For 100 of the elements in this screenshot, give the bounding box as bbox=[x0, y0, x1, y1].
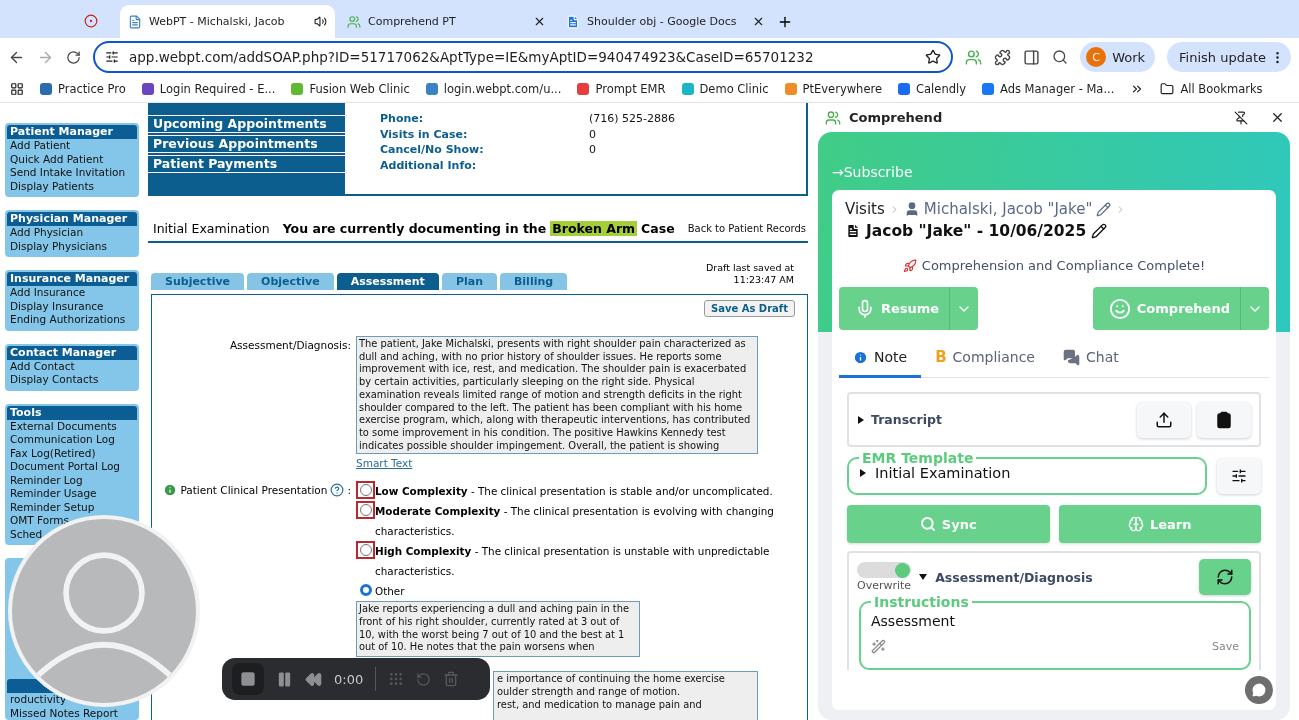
sidebar-link[interactable]: Add Physician bbox=[7, 226, 84, 240]
reload-icon[interactable] bbox=[66, 49, 81, 65]
sidebar-link[interactable]: Display Insurance bbox=[7, 299, 104, 313]
panel-tab[interactable]: B Compliance bbox=[921, 340, 1049, 378]
bookmark-link[interactable]: PtEverywhere bbox=[802, 82, 883, 96]
sidebar-link[interactable]: Reminder Setup bbox=[7, 500, 95, 514]
sidebar-link[interactable]: External Documents bbox=[7, 419, 117, 433]
folder-icon bbox=[1160, 82, 1175, 96]
sidebar-link[interactable]: Reminder Usage bbox=[7, 487, 97, 501]
sidebar-link[interactable]: Reminder Log bbox=[7, 473, 83, 487]
speaker-icon[interactable] bbox=[314, 15, 327, 28]
bookmark-star-icon[interactable] bbox=[925, 49, 942, 65]
sidebar-link[interactable]: Send Intake Invitation bbox=[7, 166, 126, 180]
extensions-icon[interactable] bbox=[994, 48, 1012, 66]
patient-menu-link[interactable]: Previous Appointments bbox=[148, 135, 345, 153]
section-tab[interactable]: Assessment bbox=[336, 273, 439, 290]
people-icon bbox=[825, 109, 841, 126]
save-link[interactable]: Save bbox=[1212, 640, 1239, 653]
caret-icon[interactable] bbox=[859, 468, 867, 478]
apps-icon[interactable] bbox=[10, 82, 24, 96]
bookmark-link[interactable]: Calendly bbox=[916, 82, 966, 96]
breadcrumb-link[interactable]: Visits bbox=[845, 200, 885, 218]
patient-menu-link[interactable]: Upcoming Appointments bbox=[148, 115, 345, 133]
pause-icon[interactable] bbox=[276, 670, 293, 688]
section-tab[interactable]: Objective bbox=[247, 273, 334, 290]
sidebar-link[interactable]: Display Physicians bbox=[7, 239, 107, 253]
upload-icon bbox=[1155, 410, 1173, 429]
template-field[interactable]: EMR Template Initial Examination bbox=[847, 451, 1207, 495]
bookmark-link[interactable]: Ads Manager - Ma... bbox=[999, 82, 1115, 96]
unpin-icon[interactable] bbox=[1234, 110, 1248, 125]
info-value: 0 bbox=[589, 127, 597, 141]
field-label: Patient Clinical Presentation bbox=[180, 484, 328, 497]
close-icon[interactable] bbox=[1270, 110, 1285, 125]
record-icon[interactable] bbox=[84, 14, 98, 28]
help-icon[interactable] bbox=[330, 483, 345, 498]
back-link[interactable]: Back to Patient Records bbox=[687, 222, 807, 234]
panel-tab[interactable]: Note bbox=[839, 340, 922, 378]
sidebar-link[interactable]: Ending Authorizations bbox=[7, 313, 126, 327]
people-icon[interactable] bbox=[965, 48, 983, 66]
instructions-field[interactable]: Instructions Assessment Save bbox=[859, 595, 1251, 670]
profile-chip[interactable]: C Work bbox=[1080, 42, 1156, 72]
restart-icon[interactable] bbox=[416, 671, 432, 687]
sidebar-link[interactable]: Missed Notes Report bbox=[7, 706, 118, 720]
settings-button[interactable] bbox=[1217, 458, 1261, 494]
sidebar-link[interactable]: OMT Forms bbox=[7, 514, 69, 528]
plan-field[interactable]: e importance of continuing the home exercise oulder strength and range of motion. rest, and medication to manage pain and bbox=[493, 671, 758, 720]
radio-button[interactable] bbox=[359, 584, 372, 597]
magic-wand-icon[interactable] bbox=[871, 639, 886, 654]
caret-icon[interactable] bbox=[857, 414, 865, 425]
rocket-icon bbox=[902, 258, 917, 273]
upload-button[interactable] bbox=[1137, 401, 1191, 438]
bookmark-link[interactable]: Demo Clinic bbox=[699, 82, 769, 96]
sidebar-link[interactable]: Add Patient bbox=[7, 139, 71, 153]
edit-icon[interactable] bbox=[1091, 223, 1108, 239]
browser-tab[interactable]: Shoulder obj - Google Docs bbox=[558, 5, 773, 38]
browser-tab[interactable]: WebPT - Michalski, Jacob bbox=[120, 5, 335, 38]
close-icon[interactable] bbox=[533, 15, 546, 28]
section-tab[interactable]: Plan bbox=[441, 273, 497, 290]
side-panel-icon[interactable] bbox=[1023, 48, 1041, 66]
smart-text-link[interactable]: Smart Text bbox=[356, 457, 413, 470]
sidebar-link[interactable]: Add Insurance bbox=[7, 286, 86, 300]
save-draft-button[interactable]: Save As Draft bbox=[703, 300, 795, 317]
sidebar-link[interactable]: Quick Add Patient bbox=[7, 152, 104, 166]
sidebar-link[interactable]: Document Portal Log bbox=[7, 460, 120, 474]
close-icon[interactable] bbox=[752, 15, 765, 28]
sidebar-link[interactable]: Sched bbox=[7, 527, 43, 541]
bookmark-link[interactable]: Login Required - E... bbox=[159, 82, 276, 96]
sidebar-link[interactable]: roductivity bbox=[7, 693, 67, 707]
patient-menu-link[interactable]: Patient Payments bbox=[148, 155, 345, 173]
stop-button[interactable] bbox=[232, 663, 264, 695]
info-label: Additional Info: bbox=[380, 158, 478, 172]
caret-icon[interactable] bbox=[919, 572, 928, 582]
bookmark-link[interactable]: Fusion Web Clinic bbox=[309, 82, 410, 96]
address-bar[interactable]: app.webpt.com/addSOAP.php?ID=51717062&AptType=IE&myAptID=940474923&CaseID=65701232 bbox=[93, 41, 954, 73]
chat-icon bbox=[1252, 683, 1266, 697]
case-notice: You are currently documenting in the bbox=[282, 220, 547, 236]
update-button[interactable]: Finish update bbox=[1167, 42, 1291, 72]
panel-tab[interactable]: Chat bbox=[1049, 340, 1133, 378]
sidebar-link[interactable]: Display Patients bbox=[7, 179, 95, 193]
site-settings-icon[interactable] bbox=[105, 50, 119, 64]
overwrite-toggle[interactable] bbox=[857, 562, 912, 578]
other-field[interactable]: Jake reports experiencing a dull and aching pain in the front of his right shoulder, currently rated at 3 out of 10, with the worst being 7 out of 10 and the best at 1 out of 10. He notes that the pain worsens when bbox=[356, 601, 640, 658]
browser-tab[interactable]: Comprehend PT bbox=[339, 5, 554, 38]
bookmark-link[interactable]: All Bookmarks bbox=[1180, 82, 1263, 96]
bookmark-link[interactable]: login.webpt.com/u... bbox=[443, 82, 562, 96]
section-tab[interactable]: Billing bbox=[499, 273, 568, 290]
section-tab[interactable]: Subjective bbox=[151, 273, 245, 290]
sidebar-link[interactable]: Fax Log(Retired) bbox=[7, 446, 96, 460]
search-icon[interactable] bbox=[1052, 49, 1069, 65]
rewind-icon[interactable] bbox=[305, 670, 322, 688]
breadcrumb-link[interactable]: Michalski, Jacob "Jake" bbox=[923, 200, 1093, 218]
assessment-field[interactable]: The patient, Jake Michalski, presents with right shoulder pain characterized as dull and aching, with no prior history of shoulder issues. He reports some improvement with ice, rest, and medication. The shoulder pain is exacerbated by certain activities, particularly sleeping on the right side. Physical examination reveals limited range of motion and strength deficits in the right shoulder compared to the left. The patient has been compliant with his home exercise program, which, along with therapeutic interventions, has contributed to some improvement in his condition. The positive Hawkins Kennedy test indicates possible shoulder impingement. Overall, the patient is showing bbox=[356, 336, 758, 455]
bookmark-link[interactable]: Prompt EMR bbox=[595, 82, 666, 96]
sidebar-link[interactable]: Communication Log bbox=[7, 433, 115, 447]
clipboard-button[interactable] bbox=[1197, 401, 1251, 438]
info-icon[interactable] bbox=[163, 483, 178, 498]
sidebar-link[interactable]: Display Contacts bbox=[7, 373, 99, 387]
sidebar-link[interactable]: Add Contact bbox=[7, 359, 75, 373]
refresh-button[interactable] bbox=[1199, 559, 1251, 595]
bookmark-link[interactable]: Practice Pro bbox=[58, 82, 126, 96]
